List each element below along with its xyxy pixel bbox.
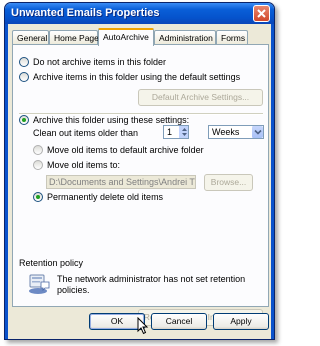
radio-button[interactable] xyxy=(33,160,43,170)
tab-administration[interactable]: Administration xyxy=(154,30,216,45)
radio-button-selected[interactable] xyxy=(33,192,43,202)
tab-general[interactable]: General xyxy=(12,30,49,45)
tab-strip: General Home Page AutoArchive Administra… xyxy=(12,28,271,46)
radio-default-archive-label: Archive items in this folder using the d… xyxy=(33,72,241,82)
spin-down-icon xyxy=(182,133,187,136)
radio-button[interactable] xyxy=(19,72,29,82)
radio-move-default[interactable]: Move old items to default archive folder xyxy=(33,145,204,155)
browse-button[interactable]: Browse... xyxy=(204,174,253,191)
spinner-arrows[interactable] xyxy=(179,126,188,138)
age-unit-value: Weeks xyxy=(212,127,240,137)
clean-out-label: Clean out items older than xyxy=(33,128,139,138)
move-path-field[interactable]: D:\Documents and Settings\Andrei Tudo xyxy=(46,175,196,189)
tab-autoarchive[interactable]: AutoArchive xyxy=(98,28,154,46)
retention-message: The network administrator has not set re… xyxy=(57,274,246,295)
chevron-down-icon xyxy=(254,129,262,135)
age-unit-dropdown[interactable]: Weeks xyxy=(208,125,264,139)
retention-heading: Retention policy xyxy=(19,258,84,268)
radio-button[interactable] xyxy=(19,57,29,67)
radio-no-archive[interactable]: Do not archive items in this folder xyxy=(19,57,166,67)
tab-home-page[interactable]: Home Page xyxy=(49,30,99,45)
autoarchive-panel: Do not archive items in this folder Arch… xyxy=(12,44,269,326)
radio-move-to[interactable]: Move old items to: xyxy=(33,160,120,170)
dropdown-button[interactable] xyxy=(251,126,263,138)
close-button[interactable] xyxy=(253,5,270,22)
tab-forms[interactable]: Forms xyxy=(216,30,248,45)
age-spinner[interactable]: 1 xyxy=(163,125,189,139)
default-archive-settings-button[interactable]: Default Archive Settings... xyxy=(138,89,263,106)
retention-policy-icon xyxy=(27,273,51,295)
radio-custom-archive-label: Archive this folder using these settings… xyxy=(33,115,190,125)
window-title: Unwanted Emails Properties xyxy=(11,7,160,19)
radio-button[interactable] xyxy=(33,145,43,155)
radio-delete-permanently-label: Permanently delete old items xyxy=(47,192,164,202)
radio-move-to-label: Move old items to: xyxy=(47,160,121,170)
window-frame-left xyxy=(5,24,8,339)
cancel-button[interactable]: Cancel xyxy=(151,313,207,330)
properties-dialog: Unwanted Emails Properties General Home … xyxy=(4,2,275,340)
close-icon xyxy=(257,9,266,18)
radio-no-archive-label: Do not archive items in this folder xyxy=(33,57,167,67)
radio-move-default-label: Move old items to default archive folder xyxy=(47,145,204,155)
radio-custom-archive[interactable]: Archive this folder using these settings… xyxy=(19,115,189,125)
apply-button[interactable]: Apply xyxy=(213,313,269,330)
mouse-cursor-icon xyxy=(137,317,149,335)
radio-button-selected[interactable] xyxy=(19,115,29,125)
title-bar[interactable]: Unwanted Emails Properties xyxy=(5,3,274,24)
age-value: 1 xyxy=(167,127,173,137)
radio-default-archive[interactable]: Archive items in this folder using the d… xyxy=(19,72,240,82)
radio-delete-permanently[interactable]: Permanently delete old items xyxy=(33,192,163,202)
window-frame-right xyxy=(271,24,274,339)
